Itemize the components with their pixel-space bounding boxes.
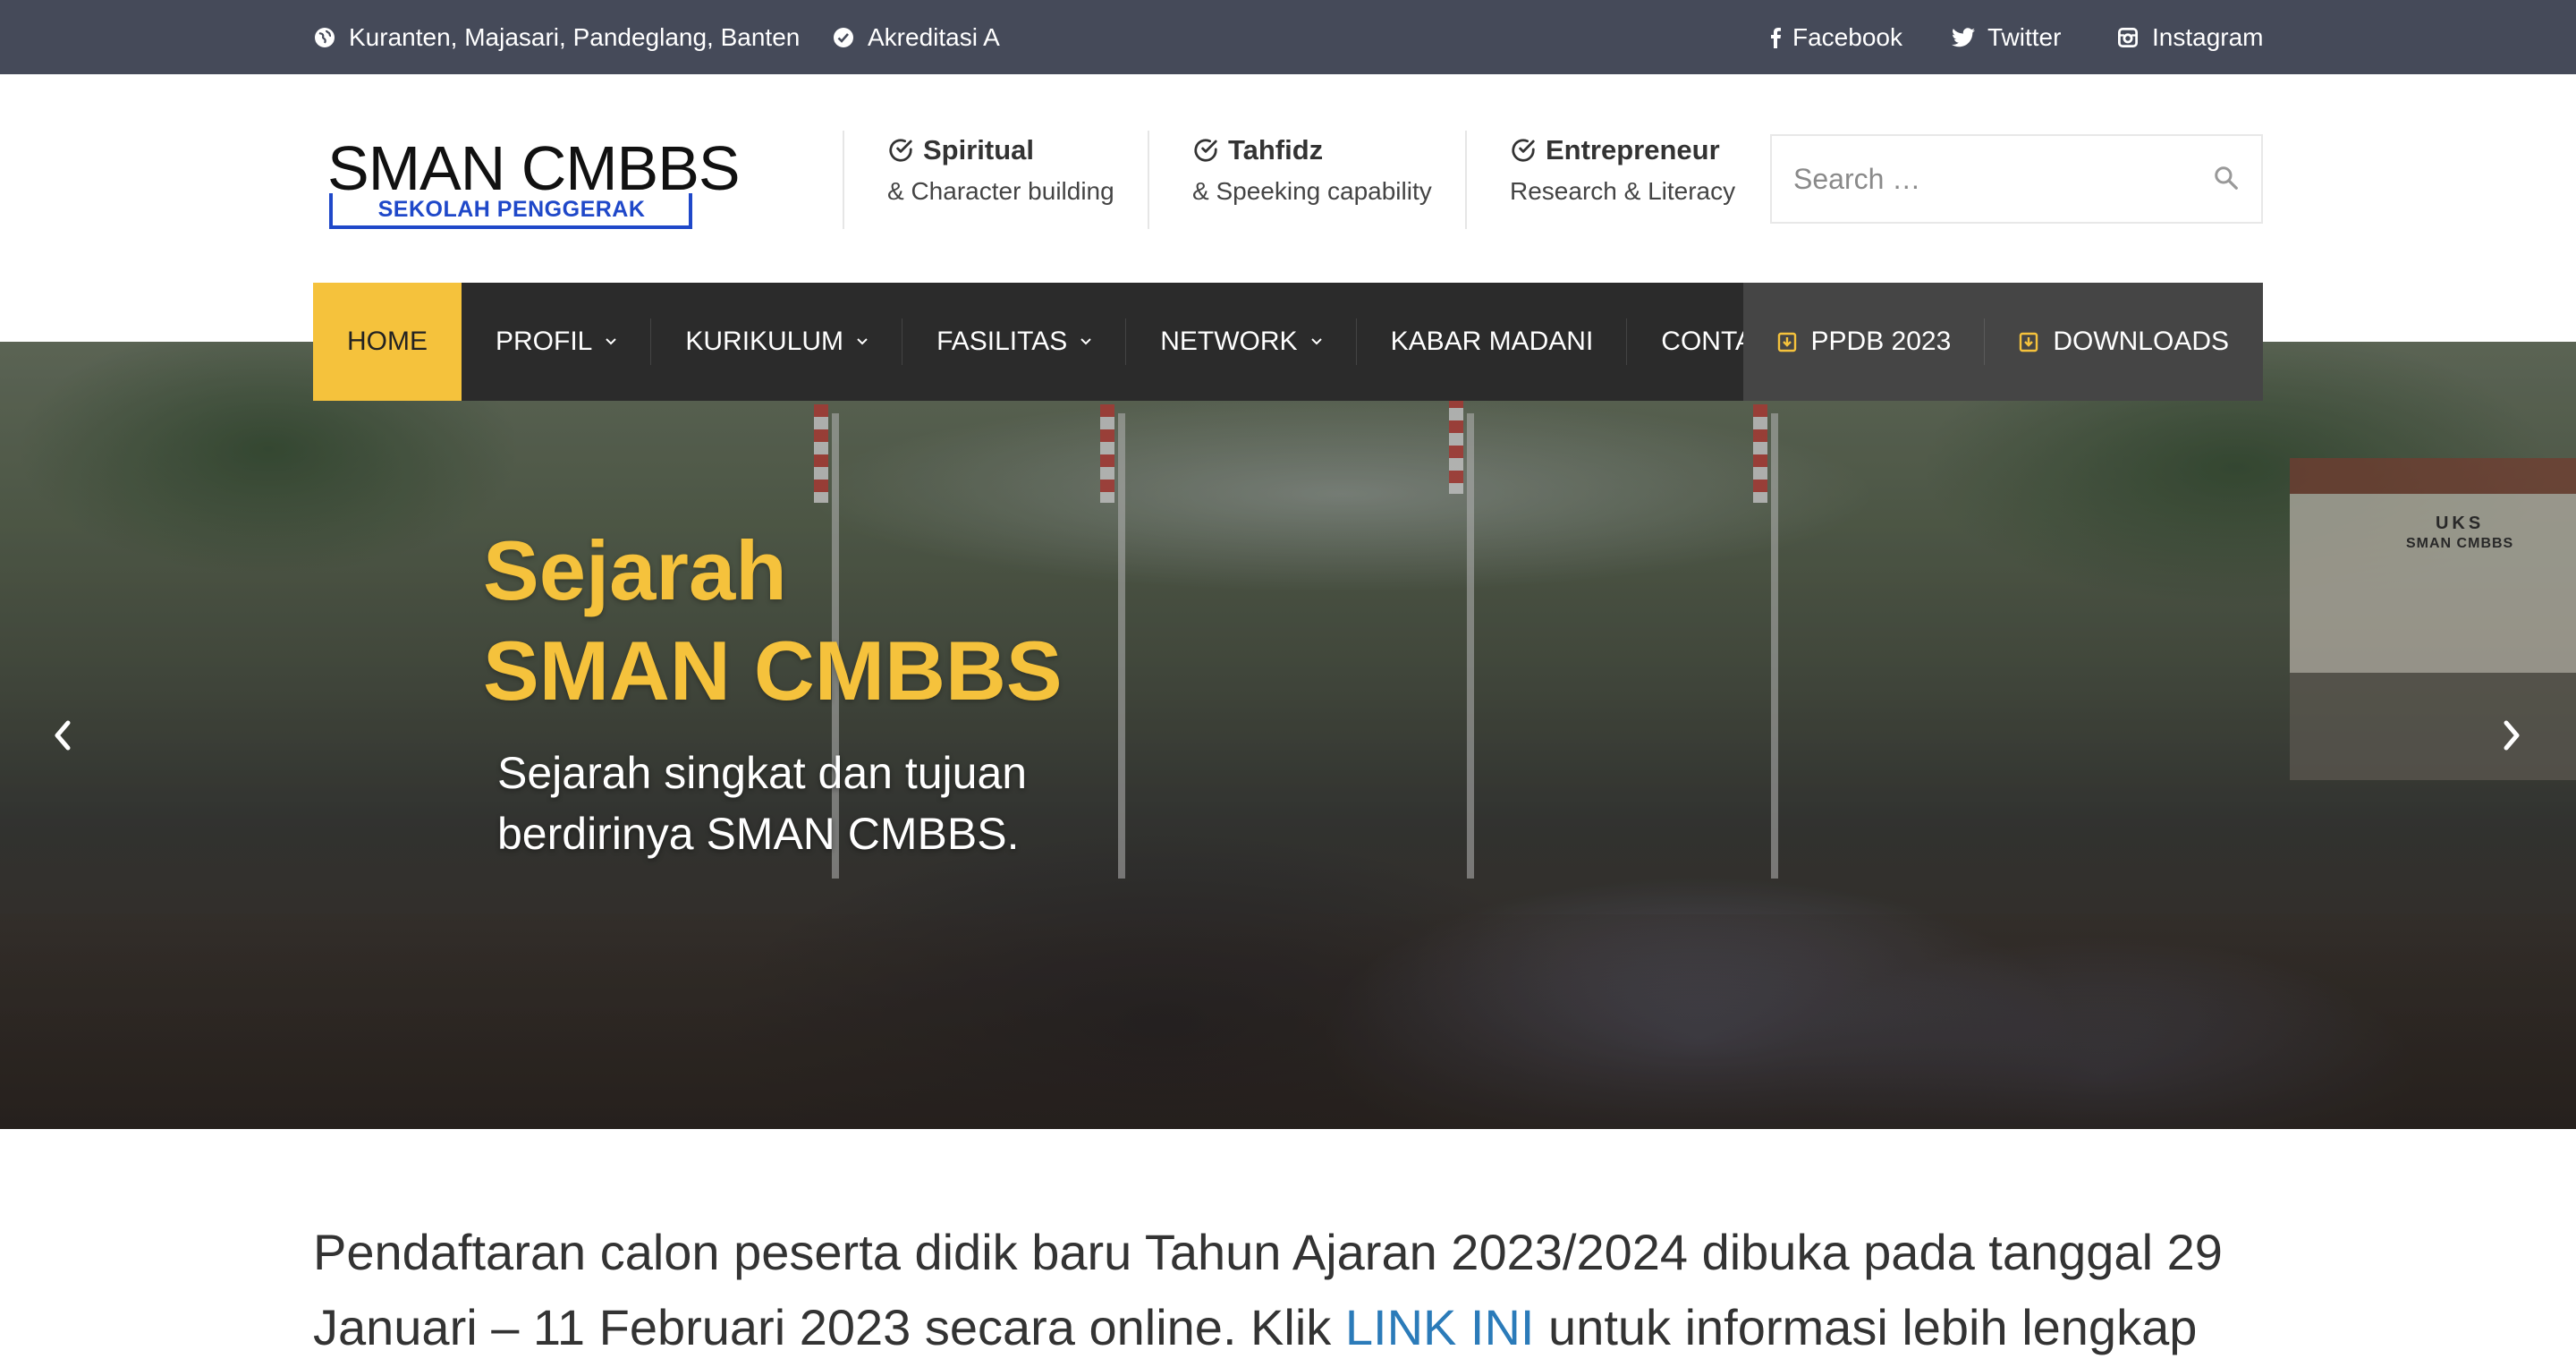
slide-subtitle: Sejarah singkat dan tujuan berdirinya SM… xyxy=(497,748,1028,859)
nav-item-profil[interactable]: Profil xyxy=(462,283,652,401)
nav-item-home[interactable]: Home xyxy=(313,283,462,401)
feature-subtitle: Research & Literacy xyxy=(1510,177,1736,205)
twitter-icon xyxy=(1952,26,1975,49)
twitter-label[interactable]: Twitter xyxy=(1987,23,2061,52)
location-text: Kuranten, Majasari, Pandeglang, Banten xyxy=(349,22,801,51)
location-info: Kuranten, Majasari, Pandeglang, Banten xyxy=(313,0,800,74)
logo-tagline: SEKOLAH PENGGERAK xyxy=(324,197,699,223)
hero-overlay xyxy=(0,342,2576,1129)
check-circle-outline-icon xyxy=(887,137,914,164)
nav-item-ppdb[interactable]: PPDB 2023 xyxy=(1743,283,1986,401)
check-circle-icon xyxy=(832,26,855,49)
nav-item-fasilitas[interactable]: Fasilitas xyxy=(902,283,1127,401)
feature-entrepreneur: Entrepreneur Research & Literacy xyxy=(1465,131,1735,229)
facebook-label[interactable]: Facebook xyxy=(1792,23,1902,52)
chevron-down-icon xyxy=(1310,338,1322,345)
announcement-text: Pendaftaran calon peserta didik baru Tah… xyxy=(313,1224,2223,1355)
feature-tahfidz: Tahfidz & Speeking capability xyxy=(1148,131,1432,229)
chevron-down-icon xyxy=(1080,338,1091,345)
feature-subtitle: & Speeking capability xyxy=(1192,177,1432,205)
download-icon xyxy=(2020,332,2038,352)
download-icon xyxy=(1777,332,1796,352)
slider-next-button[interactable] xyxy=(2499,716,2535,755)
top-bar: Kuranten, Majasari, Pandeglang, Banten A… xyxy=(0,0,2576,74)
facebook-icon xyxy=(1769,26,1782,49)
chevron-right-icon xyxy=(2504,720,2520,751)
site-logo[interactable]: SMAN CMBBS SEKOLAH PENGGERAK xyxy=(324,132,741,231)
nav-item-kurikulum[interactable]: Kurikulum xyxy=(651,283,903,401)
instagram-icon xyxy=(2116,26,2140,49)
chevron-down-icon xyxy=(606,338,617,345)
chevron-down-icon xyxy=(857,338,868,345)
instagram-label[interactable]: Instagram xyxy=(2152,23,2264,52)
chevron-left-icon xyxy=(55,720,71,751)
twitter-link[interactable]: Twitter xyxy=(1952,0,2061,74)
accreditation-info: Akreditasi A xyxy=(832,0,1000,74)
feature-title: Entrepreneur xyxy=(1546,134,1720,166)
hero-slider: UKS SMAN CMBBS Sejarah SMAN CMBBS Sejara… xyxy=(0,342,2576,1129)
facebook-link[interactable]: Facebook xyxy=(1769,0,1902,74)
nav-item-downloads[interactable]: Downloads xyxy=(1985,283,2263,401)
nav-item-network[interactable]: Network xyxy=(1126,283,1357,401)
nav-item-kabar-madani[interactable]: Kabar Madani xyxy=(1357,283,1628,401)
instagram-link[interactable]: Instagram xyxy=(2116,0,2264,74)
main-nav: Home Profil Kurikulum Fasilitas Network … xyxy=(313,283,2263,401)
feature-title: Spiritual xyxy=(923,134,1035,166)
check-circle-outline-icon xyxy=(1192,137,1219,164)
search-icon[interactable] xyxy=(2213,165,2241,193)
search-input[interactable] xyxy=(1793,136,2205,222)
check-circle-outline-icon xyxy=(1510,137,1537,164)
accreditation-text: Akreditasi A xyxy=(868,22,1000,51)
feature-title: Tahfidz xyxy=(1228,134,1324,166)
search-box xyxy=(1770,134,2263,224)
slide-title: Sejarah SMAN CMBBS xyxy=(483,523,1063,717)
feature-subtitle: & Character building xyxy=(887,177,1114,205)
feature-spiritual: Spiritual & Character building xyxy=(843,131,1114,229)
slider-prev-button[interactable] xyxy=(48,716,84,755)
globe-icon xyxy=(313,26,336,49)
registration-link[interactable]: LINK INI xyxy=(1345,1299,1535,1355)
